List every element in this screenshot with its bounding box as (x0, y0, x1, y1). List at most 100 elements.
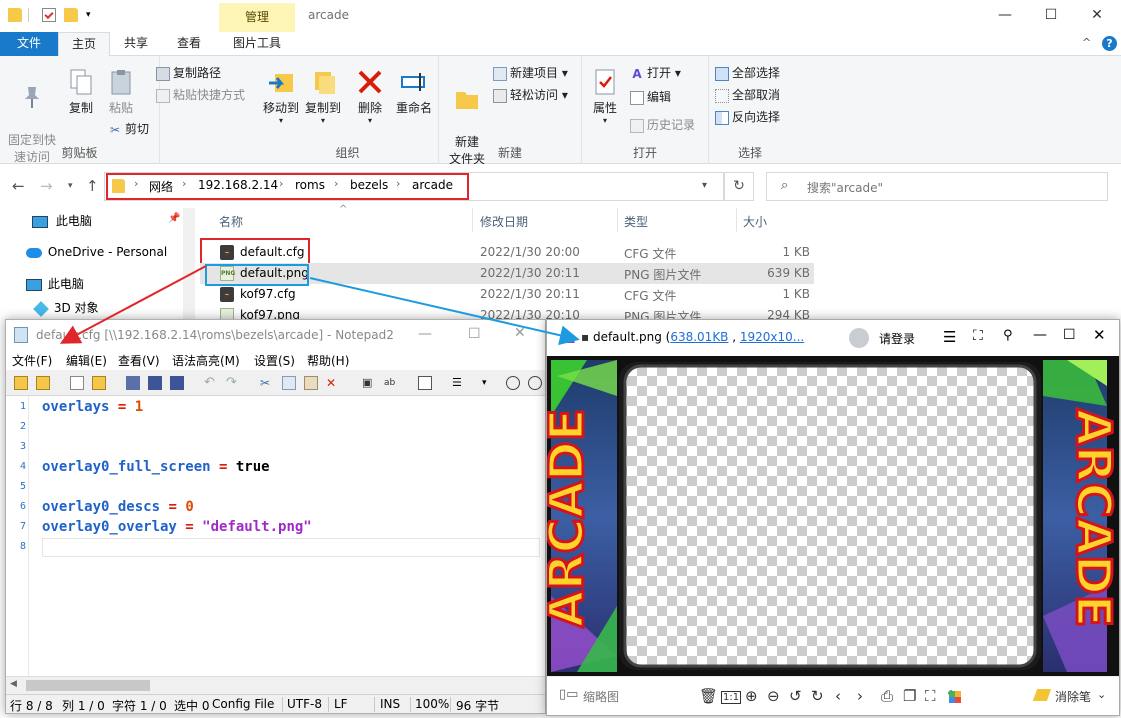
open-file-icon[interactable] (92, 376, 106, 390)
thumbnail-label[interactable]: 缩略图 (583, 688, 619, 705)
tab-view[interactable]: 查看 (164, 32, 214, 56)
undo-icon[interactable]: ↶ (204, 376, 218, 390)
column-divider[interactable] (617, 208, 618, 232)
fullscreen-icon[interactable]: ⛶ (973, 328, 983, 344)
notepad-maximize-button[interactable]: ☐ (468, 326, 481, 342)
zoom-in-icon[interactable]: ⊕ (745, 687, 758, 705)
properties-quick-icon[interactable] (42, 8, 56, 22)
status-zoom[interactable]: 100% (415, 697, 449, 711)
next-icon[interactable]: › (857, 687, 863, 705)
tab-home[interactable]: 主页 (58, 32, 110, 57)
forward-arrow-icon[interactable]: → (40, 177, 53, 195)
refresh-icon[interactable]: ↻ (724, 172, 754, 201)
apps-icon[interactable] (949, 691, 961, 703)
find-icon[interactable]: ▣ (362, 376, 376, 390)
minimize-button[interactable]: — (982, 0, 1028, 32)
up-arrow-icon[interactable]: ↑ (86, 177, 99, 195)
user-avatar-icon[interactable] (849, 328, 869, 348)
pin-on-top-icon[interactable]: ⚲ (1003, 328, 1013, 343)
thumbnail-icon[interactable]: ▯▭ (559, 687, 578, 702)
column-divider[interactable] (472, 208, 473, 232)
actual-size-button[interactable]: 1:1 (721, 691, 742, 704)
viewer-title-resolution[interactable]: 1920x10... (740, 330, 804, 344)
nav-3d-objects[interactable]: 3D 对象 (33, 297, 99, 319)
print-icon[interactable]: ⎙ (881, 687, 893, 705)
properties-button[interactable]: 属性 ▾ (590, 68, 620, 125)
zoom-out-icon[interactable]: ⊖ (767, 687, 780, 705)
horizontal-scrollbar[interactable]: ◀ (6, 676, 545, 694)
eraser-icon[interactable] (1032, 689, 1052, 701)
copy-button[interactable]: 复制 (64, 68, 98, 117)
address-dropdown-icon[interactable]: ▾ (702, 180, 707, 191)
status-syntax[interactable]: Config File (212, 697, 274, 711)
paste-button[interactable]: 粘贴 (104, 68, 138, 117)
viewer-title-size[interactable]: 638.01KB (670, 330, 728, 344)
image-canvas[interactable]: ARCADE ARCADE (547, 356, 1119, 676)
invert-selection-button[interactable]: 反向选择 (715, 108, 780, 126)
nav-this-pc-pinned[interactable]: 此电脑 (32, 210, 92, 232)
toolbar-dropdown-icon[interactable]: ▾ (482, 376, 496, 390)
crop-icon[interactable]: ⛶ (925, 687, 936, 705)
new-folder-quick-icon[interactable] (64, 8, 78, 22)
select-none-button[interactable]: 全部取消 (715, 86, 780, 104)
save-as-icon[interactable] (148, 376, 162, 390)
menu-file[interactable]: 文件(F) (12, 352, 52, 369)
column-name[interactable]: 名称 (219, 213, 243, 231)
close-button[interactable]: ✕ (1074, 0, 1120, 32)
search-input[interactable]: ⌕ 搜索"arcade" (766, 172, 1108, 201)
menu-icon[interactable]: ☰ (943, 328, 956, 346)
move-to-button[interactable]: 移动到 ▾ (261, 68, 301, 125)
eraser-dropdown-icon[interactable]: ⌄ (1097, 688, 1106, 701)
collapse-ribbon-icon[interactable]: ^ (1082, 36, 1091, 49)
new-file-icon[interactable] (70, 376, 84, 390)
save-copy-icon[interactable] (170, 376, 184, 390)
previous-icon[interactable]: ‹ (835, 687, 841, 705)
menu-syntax[interactable]: 语法高亮(M) (172, 352, 240, 369)
nav-onedrive[interactable]: OneDrive - Personal (26, 241, 167, 263)
recent-dropdown-icon[interactable]: ▾ (68, 181, 73, 191)
word-wrap-icon[interactable] (418, 376, 432, 390)
save-icon[interactable] (126, 376, 140, 390)
edit-button[interactable]: 编辑 (630, 88, 671, 106)
tab-share[interactable]: 共享 (112, 32, 160, 56)
open-recent-icon[interactable] (36, 376, 50, 390)
copy-to-button[interactable]: 复制到 ▾ (303, 68, 343, 125)
quick-access-dropdown-icon[interactable]: ▾ (86, 8, 100, 22)
help-icon[interactable]: ? (1102, 36, 1117, 51)
easy-access-button[interactable]: 轻松访问 ▾ (493, 86, 568, 104)
status-encoding[interactable]: UTF-8 (287, 697, 322, 711)
nav-scrollbar[interactable] (183, 208, 195, 320)
scroll-left-icon[interactable]: ◀ (10, 679, 17, 689)
delete-icon[interactable]: ✕ (326, 376, 340, 390)
tab-file[interactable]: 文件 (0, 32, 58, 56)
cut-button[interactable]: ✂ 剪切 (108, 120, 149, 138)
login-link[interactable]: 请登录 (879, 330, 915, 347)
paste-icon[interactable] (304, 376, 318, 390)
column-divider[interactable] (736, 208, 737, 232)
status-eol[interactable]: LF (334, 697, 348, 711)
trash-icon[interactable]: 🗑 (699, 687, 718, 705)
viewer-minimize-button[interactable]: — (1033, 327, 1047, 343)
zoom-out-icon[interactable] (528, 376, 542, 390)
menu-settings[interactable]: 设置(S) (254, 352, 295, 369)
redo-icon[interactable]: ↷ (226, 376, 240, 390)
delete-button[interactable]: 删除 ▾ (355, 68, 385, 125)
column-date[interactable]: 修改日期 (480, 213, 528, 231)
history-button[interactable]: 历史记录 (630, 116, 695, 134)
copy-image-icon[interactable]: ❐ (903, 687, 916, 705)
notepad-minimize-button[interactable]: — (418, 326, 432, 342)
rename-button[interactable]: 重命名 (393, 68, 435, 117)
maximize-button[interactable]: ☐ (1028, 0, 1074, 32)
tab-manage[interactable]: 管理 (219, 3, 295, 32)
replace-icon[interactable]: ab (384, 376, 398, 390)
nav-this-pc[interactable]: 此电脑 (26, 273, 84, 295)
eraser-label[interactable]: 消除笔 (1055, 688, 1091, 705)
menu-view[interactable]: 查看(V) (118, 352, 160, 369)
rotate-left-icon[interactable]: ↺ (789, 687, 802, 705)
column-type[interactable]: 类型 (624, 213, 648, 231)
zoom-in-icon[interactable] (506, 376, 520, 390)
viewer-maximize-button[interactable]: ☐ (1063, 327, 1076, 343)
new-item-button[interactable]: 新建项目 ▾ (493, 64, 568, 82)
copy-icon[interactable] (282, 376, 296, 390)
file-row[interactable]: kof97.cfg 2022/1/30 20:11 CFG 文件 1 KB (200, 284, 814, 305)
